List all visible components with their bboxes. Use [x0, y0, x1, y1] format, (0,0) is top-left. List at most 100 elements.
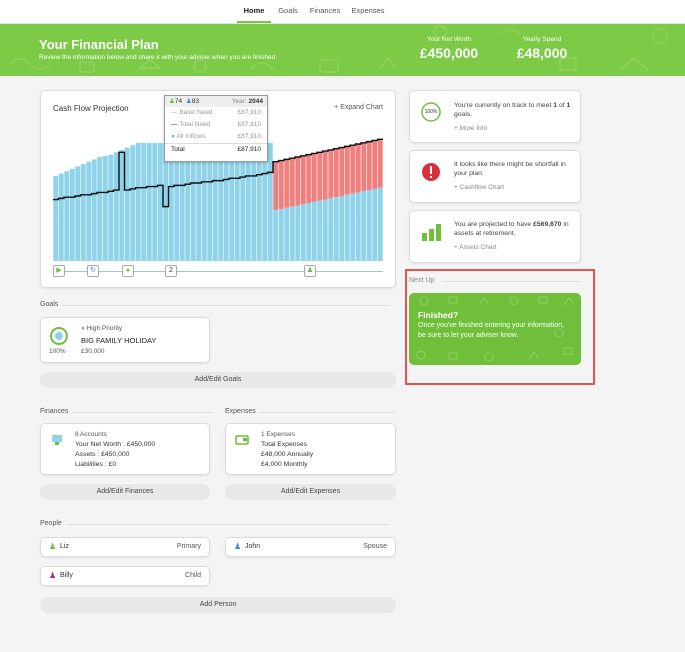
cashflow-chart-label: Cashflow Chart	[459, 184, 505, 191]
person-name: John	[245, 543, 261, 550]
inflow-bar	[377, 187, 383, 261]
divider	[62, 305, 390, 306]
tooltip-row-inflows: ● All Inflows £87,910	[165, 131, 267, 143]
inflow-bar	[300, 204, 306, 261]
track-text: You're currently on track to meet 1 of 1…	[454, 101, 574, 119]
goals-total: 1	[566, 102, 571, 109]
inflow-bar	[311, 201, 317, 261]
person-name: Billy	[60, 572, 73, 579]
add-edit-finances-button[interactable]: Add/Edit Finances	[40, 484, 210, 500]
inflow-bar	[339, 196, 345, 261]
tab-finances[interactable]: Finances	[306, 0, 344, 23]
inflow-bar	[273, 210, 279, 261]
person-icon: ♟	[49, 571, 57, 580]
inflow-bar	[75, 166, 81, 261]
assets-text: You are projected to have £569,670 in as…	[454, 220, 576, 238]
net-worth-label: Your Net Worth :	[75, 441, 125, 448]
expand-chart-button[interactable]: + Expand Chart	[334, 104, 383, 111]
inflow-bar	[152, 142, 158, 261]
finances-card[interactable]: 8 Accounts Your Net Worth : £450,000 Ass…	[40, 423, 210, 475]
shortfall-bar	[295, 157, 301, 206]
person-card-billy[interactable]: ♟ Billy Child	[40, 566, 210, 586]
shortfall-card: It looks like there might be shortfall i…	[409, 150, 581, 203]
reset-button[interactable]: ↻	[87, 265, 99, 277]
cashflow-chart-link[interactable]: + Cashflow Chart	[454, 184, 504, 191]
goal-name: BIG FAMILY HOLIDAY	[81, 336, 157, 345]
add-person-button[interactable]: Add Person	[40, 597, 396, 613]
accounts-icon	[52, 435, 62, 445]
assets-chart-link[interactable]: + Assets Chart	[454, 244, 496, 251]
shortfall-bar	[350, 145, 356, 194]
inflow-bar	[267, 142, 273, 261]
inflow-bar	[289, 206, 295, 261]
tooltip-count-a: 74	[174, 98, 183, 105]
inflow-bar	[119, 149, 125, 261]
divider	[66, 524, 390, 525]
timeline-step[interactable]: 2	[165, 265, 177, 277]
assets-card: You are projected to have £569,670 in as…	[409, 210, 581, 263]
person-card-john[interactable]: ♟ John Spouse	[225, 537, 396, 557]
goal-track-card: 100% You're currently on track to meet 1…	[409, 90, 581, 143]
inflow-bar	[141, 142, 147, 261]
top-nav: Home Goals Finances Expenses	[0, 0, 685, 24]
inflow-bar	[328, 198, 334, 261]
goal-percent: 100%	[49, 348, 66, 355]
inflow-bar	[86, 161, 92, 261]
bar-chart-icon	[422, 224, 441, 241]
inflow-bar	[97, 157, 103, 261]
inflow-bar	[64, 171, 70, 261]
inflow-bar	[284, 207, 290, 261]
tab-goals[interactable]: Goals	[275, 0, 301, 23]
tooltip-total-value: £87,910	[237, 146, 262, 153]
shortfall-bar	[377, 139, 383, 188]
retirement-marker[interactable]: ♟	[304, 265, 316, 277]
shortfall-bar	[300, 155, 306, 205]
retirement-assets: £569,670	[533, 221, 562, 228]
shortfall-bar	[361, 142, 367, 192]
add-edit-goals-button[interactable]: Add/Edit Goals	[40, 372, 396, 388]
shortfall-text: It looks like there might be shortfall i…	[454, 161, 566, 177]
net-worth-stat: Your Net Worth £450,000	[409, 36, 489, 61]
dash-icon: —	[171, 121, 180, 128]
shortfall-bar	[339, 147, 345, 196]
expenses-card[interactable]: 1 Expenses Total Expenses £48,000 Annual…	[225, 423, 396, 475]
person-card-liz[interactable]: ♟ Liz Primary	[40, 537, 210, 557]
goal-priority-label: High Priority	[86, 325, 123, 332]
yearly-spend-stat: Yearly Spend £48,000	[502, 36, 582, 61]
more-info-link[interactable]: + More Info	[454, 125, 487, 132]
inflow-bar	[69, 168, 75, 261]
goal-card[interactable]: 100% ● High Priority BIG FAMILY HOLIDAY …	[40, 317, 210, 363]
shortfall-bar	[306, 154, 312, 204]
net-worth-value: £450,000	[419, 45, 479, 61]
inflow-bar	[91, 159, 97, 261]
inflow-bar	[333, 197, 339, 261]
yearly-spend-value: £48,000	[516, 45, 568, 61]
inflow-bar	[53, 175, 59, 261]
liabilities-label: Liabilities :	[75, 461, 107, 468]
tooltip-row-label: Total Need	[179, 121, 211, 128]
goal-marker[interactable]: ●	[122, 265, 134, 277]
shortfall-bar	[311, 153, 317, 202]
tab-home[interactable]: Home	[237, 0, 271, 23]
chart-tooltip: ♟74 ♟83 Year: 2044 — Basic Need £87,910 —…	[164, 95, 268, 162]
warning-icon	[422, 163, 440, 181]
tab-expenses[interactable]: Expenses	[348, 0, 388, 23]
add-edit-expenses-button[interactable]: Add/Edit Expenses	[225, 484, 396, 500]
goal-amount: £30,000	[81, 348, 105, 355]
shortfall-bar	[284, 159, 290, 208]
inflow-bar	[58, 173, 64, 261]
wallet-icon	[235, 435, 249, 445]
track-badge: 100%	[424, 109, 438, 115]
inflow-bar	[108, 154, 114, 261]
tooltip-year-value: 2044	[248, 98, 263, 105]
finances-net-worth: Your Net Worth : £450,000	[75, 441, 155, 448]
person-role: Child	[185, 572, 201, 579]
goals-section-label: Goals	[40, 301, 59, 308]
play-button[interactable]: ▶	[53, 265, 65, 277]
shortfall-bar	[355, 144, 361, 193]
more-info-label: More Info	[459, 125, 488, 132]
track-text-c: goals.	[454, 111, 473, 118]
inflow-bar	[146, 142, 152, 261]
assets-value: £450,000	[101, 451, 130, 458]
expenses-section-label: Expenses	[225, 408, 256, 415]
